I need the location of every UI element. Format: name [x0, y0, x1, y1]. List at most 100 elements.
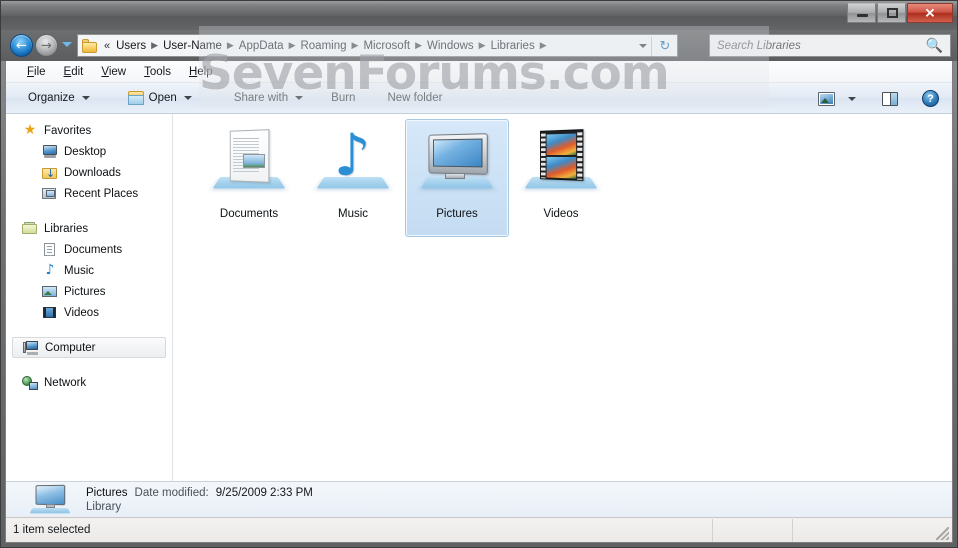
breadcrumb-separator-icon[interactable]: ▶ — [149, 41, 160, 51]
breadcrumb-separator-icon[interactable]: ▶ — [350, 41, 361, 51]
breadcrumb-separator-icon[interactable]: ▶ — [413, 41, 424, 51]
close-icon: ✕ — [924, 5, 936, 21]
library-tile-pictures-label: Pictures — [436, 208, 478, 220]
close-button[interactable]: ✕ — [907, 3, 953, 23]
address-divider — [651, 37, 652, 56]
share-with-label: Share with — [233, 92, 289, 104]
breadcrumb-item-user-name[interactable]: User-Name — [160, 38, 225, 54]
change-view-dropdown[interactable] — [844, 93, 863, 105]
share-with-button[interactable]: Share with — [226, 88, 311, 108]
folder-icon — [82, 38, 98, 53]
file-list-pane[interactable]: Documents ♪ Music Pictures Videos — [173, 114, 952, 481]
menu-tools-rest: ools — [149, 65, 171, 78]
sidebar-item-recent-places[interactable]: Recent Places — [6, 183, 172, 204]
details-type: Library — [86, 500, 122, 513]
status-divider — [712, 519, 713, 542]
back-button[interactable]: ← — [10, 34, 33, 57]
sidebar-group-libraries[interactable]: Libraries — [6, 218, 172, 239]
pictures-library-icon — [417, 128, 497, 200]
breadcrumb-item-users[interactable]: Users — [113, 38, 149, 54]
sidebar-group-favorites[interactable]: ★ Favorites — [6, 120, 172, 141]
help-button[interactable]: ? — [915, 86, 946, 111]
recent-pages-chevron-down-icon[interactable] — [62, 42, 72, 47]
address-bar[interactable]: « Users ▶ User-Name ▶ AppData ▶ Roaming … — [77, 34, 678, 57]
library-tile-music-label: Music — [337, 208, 369, 220]
burn-button[interactable]: Burn — [323, 88, 363, 108]
library-tile-music[interactable]: ♪ Music — [301, 119, 405, 237]
maximize-button[interactable] — [877, 3, 906, 23]
status-bar: 1 item selected — [6, 517, 952, 542]
change-view-icon — [818, 91, 835, 106]
forward-arrow-icon: → — [41, 38, 52, 53]
minimize-icon — [857, 14, 868, 17]
music-library-icon: ♪ — [313, 126, 393, 200]
breadcrumb: « Users ▶ User-Name ▶ AppData ▶ Roaming … — [101, 38, 549, 54]
details-date-modified-label: Date modified: — [134, 486, 209, 499]
open-folder-icon — [127, 91, 144, 105]
address-dropdown-chevron-down-icon[interactable] — [639, 44, 647, 48]
sidebar-item-videos[interactable]: Videos — [6, 302, 172, 323]
forward-button[interactable]: → — [35, 34, 58, 57]
documents-library-icon — [209, 128, 289, 200]
sidebar-item-pictures[interactable]: Pictures — [6, 281, 172, 302]
organize-button[interactable]: Organize — [20, 88, 98, 108]
menu-help[interactable]: Help — [180, 63, 222, 81]
breadcrumb-item-microsoft[interactable]: Microsoft — [360, 38, 413, 54]
minimize-button[interactable] — [847, 3, 876, 23]
breadcrumb-item-libraries[interactable]: Libraries — [488, 38, 538, 54]
chevron-down-icon — [183, 96, 192, 100]
sidebar-group-libraries-label: Libraries — [44, 222, 89, 235]
pictures-icon — [42, 284, 58, 299]
breadcrumb-item-windows[interactable]: Windows — [424, 38, 477, 54]
music-icon: ♪ — [45, 262, 55, 278]
sidebar-group-favorites-label: Favorites — [44, 124, 92, 137]
breadcrumb-separator-icon[interactable]: ▶ — [477, 41, 488, 51]
breadcrumb-separator-icon[interactable]: ▶ — [287, 41, 298, 51]
new-folder-button[interactable]: New folder — [379, 88, 450, 108]
burn-label: Burn — [331, 92, 356, 104]
menu-tools[interactable]: Tools — [135, 63, 180, 81]
open-button[interactable]: Open — [120, 87, 200, 109]
details-pane: Pictures Date modified: 9/25/2009 2:33 P… — [6, 481, 952, 517]
breadcrumb-item-appdata[interactable]: AppData — [236, 38, 287, 54]
menu-help-rest: elp — [197, 65, 213, 78]
library-tile-documents[interactable]: Documents — [197, 119, 301, 237]
recent-places-icon — [42, 186, 58, 201]
menu-edit-rest: dit — [71, 65, 84, 78]
breadcrumb-separator-icon[interactable]: ▶ — [538, 41, 549, 51]
sidebar-item-desktop[interactable]: Desktop — [6, 141, 172, 162]
menu-edit[interactable]: Edit — [55, 63, 93, 81]
change-view-button[interactable] — [811, 88, 842, 110]
sidebar-item-computer-label: Computer — [45, 341, 96, 354]
breadcrumb-overflow-icon[interactable]: « — [101, 40, 113, 52]
sidebar-item-documents[interactable]: Documents — [6, 239, 172, 260]
preview-pane-button[interactable] — [875, 88, 905, 110]
sidebar-item-music[interactable]: ♪ Music — [6, 260, 172, 281]
navigation-pane[interactable]: ★ Favorites Desktop ↓ Downloads Recent P… — [6, 114, 172, 481]
network-icon — [22, 375, 38, 390]
details-pictures-icon — [28, 483, 72, 517]
organize-label: Organize — [28, 92, 75, 104]
status-text: 1 item selected — [13, 524, 91, 536]
search-input[interactable] — [717, 39, 917, 52]
breadcrumb-separator-icon[interactable]: ▶ — [225, 41, 236, 51]
preview-pane-icon — [882, 91, 898, 106]
sidebar-item-downloads[interactable]: ↓ Downloads — [6, 162, 172, 183]
library-tile-pictures[interactable]: Pictures — [405, 119, 509, 237]
sidebar-item-computer[interactable]: Computer — [12, 337, 166, 358]
sidebar-item-network[interactable]: Network — [6, 372, 172, 393]
breadcrumb-item-roaming[interactable]: Roaming — [297, 38, 349, 54]
videos-library-icon — [521, 128, 601, 200]
command-bar-right: ? — [811, 83, 946, 114]
search-box[interactable]: 🔍 — [709, 34, 951, 57]
sidebar-item-documents-label: Documents — [64, 243, 123, 256]
library-tile-videos[interactable]: Videos — [509, 119, 613, 237]
search-icon[interactable]: 🔍 — [926, 38, 943, 54]
chevron-down-icon — [848, 96, 856, 101]
refresh-icon[interactable]: ↻ — [656, 38, 674, 55]
menu-view[interactable]: View — [92, 63, 135, 81]
status-divider — [792, 519, 793, 542]
resize-grip[interactable] — [936, 527, 949, 540]
menu-file[interactable]: File — [18, 63, 55, 81]
